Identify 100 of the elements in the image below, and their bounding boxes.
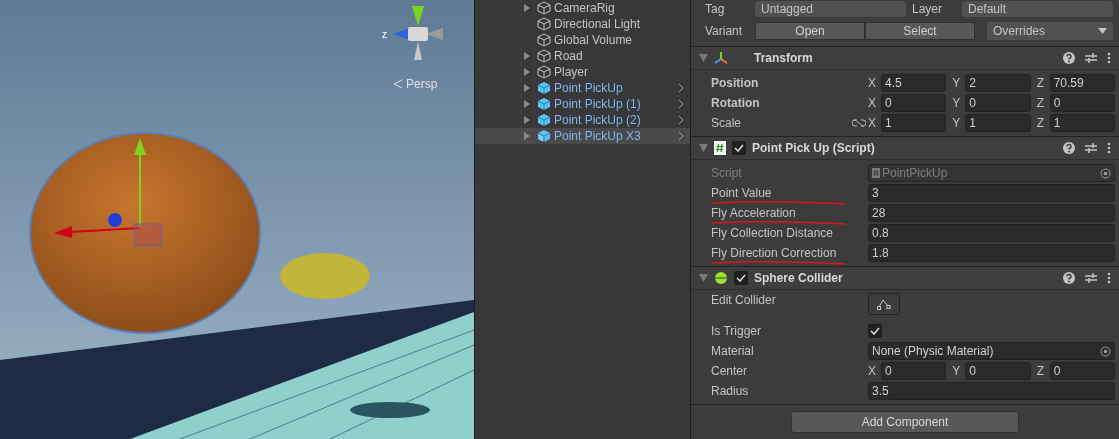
cube-outline-icon <box>537 49 551 63</box>
number-field[interactable]: 3 <box>868 184 1115 202</box>
edit-collider-button[interactable] <box>868 293 900 315</box>
collapse-arrow-icon[interactable] <box>699 54 708 62</box>
axis-label: Y <box>952 96 962 110</box>
axis-label: Y <box>952 364 962 378</box>
chevron-icon <box>393 79 403 89</box>
more-menu-icon[interactable] <box>1107 272 1111 284</box>
property-label: Position <box>711 76 759 90</box>
number-field[interactable]: 0 <box>1049 362 1115 380</box>
object-picker-icon[interactable] <box>1100 345 1111 357</box>
orientation-gizmo-icon[interactable] <box>393 6 443 60</box>
number-field[interactable]: 0 <box>1049 94 1115 112</box>
expand-arrow-icon[interactable] <box>523 4 531 12</box>
axis-label: Z <box>1036 76 1045 90</box>
cube-outline-icon <box>537 17 551 31</box>
number-field[interactable]: 1 <box>881 114 947 132</box>
sliders-icon[interactable] <box>1085 142 1097 154</box>
property-label: Fly Direction Correction <box>711 246 837 260</box>
property-label: Point Value <box>711 186 772 200</box>
add-component-button[interactable]: Add Component <box>791 411 1019 433</box>
hierarchy-item[interactable]: Point PickUp (2) <box>475 112 690 128</box>
number-field[interactable]: 1 <box>1049 114 1115 132</box>
object-picker-icon[interactable] <box>1100 167 1111 179</box>
number-field[interactable]: 3.5 <box>868 382 1115 400</box>
property-label: Fly Acceleration <box>711 206 796 220</box>
enable-checkbox[interactable] <box>734 271 748 285</box>
axes-icon <box>714 51 728 65</box>
component-title: Transform <box>753 51 814 65</box>
axis-label: X <box>868 76 877 90</box>
axis-label: Y <box>952 76 962 90</box>
property-label: Material <box>711 344 754 358</box>
help-icon[interactable] <box>1063 272 1075 284</box>
property-label: Rotation <box>711 96 760 110</box>
axis-label: Z <box>1036 116 1045 130</box>
property-label: Edit Collider <box>711 293 776 307</box>
prefab-icon <box>537 97 551 111</box>
unlinked-chain-icon[interactable] <box>852 118 866 128</box>
component-title: Sphere Collider <box>754 271 844 285</box>
help-icon[interactable] <box>1063 142 1075 154</box>
variant-button[interactable]: Select <box>865 22 975 40</box>
hierarchy-item[interactable]: Point PickUp X3 <box>475 128 690 144</box>
variant-label: Variant <box>705 24 744 38</box>
number-field[interactable]: 28 <box>868 204 1115 222</box>
variant-button[interactable]: Open <box>755 22 865 40</box>
axis-label: X <box>868 116 877 130</box>
hierarchy-item[interactable]: Road <box>475 48 690 64</box>
axis-label: Z <box>1036 364 1045 378</box>
hierarchy-item[interactable]: Directional Light <box>475 16 690 32</box>
axis-label: Z <box>1036 96 1045 110</box>
overrides-dropdown[interactable]: Overrides <box>987 22 1113 40</box>
tag-label: Tag <box>705 2 726 16</box>
hierarchy-item[interactable]: Global Volume <box>475 32 690 48</box>
dropdown-arrow-icon <box>1098 28 1107 34</box>
number-field[interactable]: 0 <box>881 362 947 380</box>
more-menu-icon[interactable] <box>1107 142 1111 154</box>
prefab-icon <box>537 113 551 127</box>
component-title: Point Pick Up (Script) <box>752 141 876 155</box>
sliders-icon[interactable] <box>1085 272 1097 284</box>
number-field[interactable]: 1 <box>965 114 1031 132</box>
hierarchy-item[interactable]: CameraRig <box>475 0 690 16</box>
prefab-icon <box>537 81 551 95</box>
number-field[interactable]: 4.5 <box>881 74 947 92</box>
enable-checkbox[interactable] <box>732 141 746 155</box>
property-label: Center <box>711 364 748 378</box>
more-menu-icon[interactable] <box>1107 52 1111 64</box>
layer-dropdown[interactable]: Default <box>962 1 1113 17</box>
sliders-icon[interactable] <box>1085 52 1097 64</box>
number-field[interactable]: 1.8 <box>868 244 1115 262</box>
collapse-arrow-icon[interactable] <box>699 144 708 152</box>
layer-label: Layer <box>912 2 944 16</box>
collapse-arrow-icon[interactable] <box>699 274 708 282</box>
object-field[interactable]: None (Physic Material) <box>868 342 1115 360</box>
property-label: Fly Collection Distance <box>711 226 834 240</box>
edit-shape-icon <box>877 298 891 310</box>
prefab-variant-icon <box>537 129 551 143</box>
tag-dropdown[interactable]: Untagged <box>755 1 906 17</box>
hierarchy-item[interactable]: Player <box>475 64 690 80</box>
script-icon <box>714 141 726 155</box>
axis-label: z <box>382 29 387 40</box>
number-field[interactable]: 0.8 <box>868 224 1115 242</box>
cube-outline-icon <box>537 33 551 47</box>
number-field[interactable]: 0 <box>881 94 947 112</box>
property-label: Scale <box>711 116 742 130</box>
cube-outline-icon <box>537 65 551 79</box>
hierarchy-item[interactable]: Point PickUp (1) <box>475 96 690 112</box>
script-file-icon <box>872 168 880 178</box>
help-icon[interactable] <box>1063 52 1075 64</box>
number-field[interactable]: 0 <box>965 362 1031 380</box>
axis-label: X <box>868 364 877 378</box>
sphere-icon <box>714 271 728 285</box>
hierarchy-item[interactable]: Point PickUp <box>475 80 690 96</box>
axis-label: X <box>868 96 877 110</box>
number-field[interactable]: 0 <box>965 94 1031 112</box>
checkbox[interactable] <box>868 324 882 338</box>
property-label: Radius <box>711 384 749 398</box>
number-field[interactable]: 70.59 <box>1049 74 1115 92</box>
number-field[interactable]: 2 <box>965 74 1031 92</box>
property-label: Is Trigger <box>711 324 761 338</box>
property-label: Script <box>711 166 742 180</box>
